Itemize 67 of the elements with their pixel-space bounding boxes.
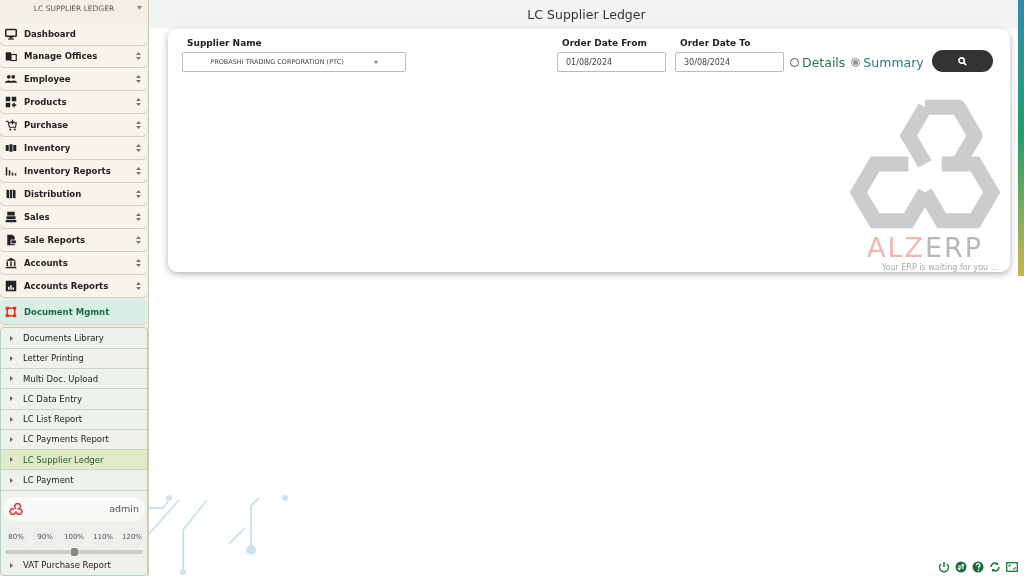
scrollbar[interactable] bbox=[1018, 0, 1024, 276]
menu-item[interactable]: Sales bbox=[0, 206, 147, 229]
submenu-item[interactable]: Letter Printing bbox=[1, 348, 147, 369]
menu-icon bbox=[5, 73, 17, 86]
swap-icon[interactable] bbox=[955, 561, 967, 573]
menu-icon bbox=[5, 234, 17, 247]
caret-icon bbox=[137, 6, 142, 10]
help-icon[interactable] bbox=[972, 561, 984, 573]
menu-item[interactable]: Purchase bbox=[0, 114, 147, 137]
zoom-slider[interactable] bbox=[5, 549, 143, 554]
menu-icon bbox=[5, 96, 17, 109]
fullscreen-icon[interactable] bbox=[1006, 561, 1018, 573]
field-label: Supplier Name bbox=[186, 38, 263, 48]
date-field[interactable]: 01/08/2024 bbox=[557, 52, 666, 72]
field-label: Order Date From bbox=[561, 38, 648, 48]
menu-item[interactable]: Dashboard bbox=[0, 22, 147, 45]
caret-icon bbox=[373, 60, 378, 64]
submenu-item[interactable]: LC Payment bbox=[1, 470, 147, 491]
submenu-item[interactable]: LC Data Entry bbox=[1, 389, 147, 410]
field-label: Order Date To bbox=[679, 38, 752, 48]
menu-item[interactable]: Accounts Reports bbox=[0, 275, 147, 297]
logo-icon bbox=[850, 99, 1000, 229]
menu-item[interactable]: Accounts bbox=[0, 252, 147, 275]
menu-icon bbox=[5, 27, 17, 40]
menu-item[interactable]: Products bbox=[0, 91, 147, 114]
user-pill[interactable]: admin bbox=[3, 496, 145, 521]
menu-item[interactable]: Sale Reports bbox=[0, 229, 147, 252]
brand-name: ALZERP bbox=[866, 233, 984, 263]
menu-icon bbox=[5, 142, 17, 155]
menu-icon bbox=[5, 305, 17, 318]
menu-icon bbox=[5, 280, 17, 292]
submenu-item[interactable]: LC Supplier Ledger bbox=[1, 450, 147, 471]
submenu-item[interactable]: Documents Library bbox=[1, 328, 147, 349]
brand-tagline: Your ERP is waiting for you ... bbox=[881, 263, 999, 272]
radio-label[interactable]: Details bbox=[802, 54, 846, 70]
menu-icon bbox=[5, 165, 17, 178]
submenu-item[interactable]: VAT Purchase Report bbox=[1, 555, 147, 576]
menu-icon bbox=[5, 50, 17, 63]
menu-item[interactable]: Distribution bbox=[0, 183, 147, 206]
date-field[interactable]: 30/08/2024 bbox=[675, 52, 784, 72]
menu-item[interactable]: Manage Offices bbox=[0, 45, 147, 68]
caret-icon bbox=[10, 376, 13, 382]
menu-item[interactable]: Document Mgmnt bbox=[0, 299, 147, 325]
caret-icon bbox=[10, 477, 13, 483]
caret-icon bbox=[10, 416, 13, 422]
menu-item[interactable]: Inventory bbox=[0, 137, 147, 160]
menu-icon bbox=[5, 211, 17, 224]
search-icon bbox=[957, 56, 967, 66]
menu-icon bbox=[5, 119, 17, 132]
caret-icon bbox=[10, 355, 13, 361]
submenu-item[interactable]: LC List Report bbox=[1, 409, 147, 430]
menu-item[interactable]: Employee bbox=[0, 68, 147, 91]
logo-icon bbox=[9, 501, 23, 516]
menu-item[interactable]: Inventory Reports bbox=[0, 160, 147, 183]
radio-label[interactable]: Summary bbox=[863, 54, 924, 70]
caret-icon bbox=[10, 437, 13, 442]
page-title: LC Supplier Ledger bbox=[527, 6, 646, 22]
submenu-item[interactable]: Multi Doc. Upload bbox=[1, 368, 147, 390]
menu-icon bbox=[5, 188, 17, 201]
caret-icon bbox=[10, 335, 13, 341]
caret-icon bbox=[10, 396, 13, 402]
caret-icon bbox=[10, 562, 13, 568]
refresh-icon[interactable] bbox=[989, 561, 1001, 573]
caret-icon bbox=[10, 457, 13, 463]
search-button[interactable] bbox=[931, 50, 993, 72]
power-icon[interactable] bbox=[938, 561, 950, 573]
menu-icon bbox=[5, 257, 17, 270]
